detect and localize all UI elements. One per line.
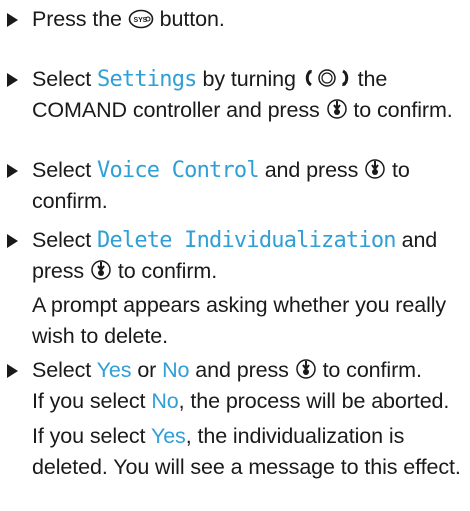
- step-note: A prompt appears asking whether you real…: [32, 293, 447, 348]
- option-yes: Yes: [96, 358, 132, 382]
- bullet-arrow-icon: [7, 234, 18, 248]
- step-text: Select Voice Control and press to confir…: [32, 158, 410, 213]
- menu-voice-control: Voice Control: [97, 158, 260, 183]
- step-text: Select Delete Individualization and pres…: [32, 228, 438, 283]
- step-select-voice-control: Select Voice Control and press to confir…: [0, 155, 462, 217]
- press-controller-icon: [295, 359, 316, 379]
- step-text: Press the SYS button.: [32, 7, 225, 31]
- bullet-arrow-icon: [7, 13, 18, 27]
- bullet-arrow-icon: [7, 73, 18, 87]
- press-controller-icon: [365, 159, 385, 179]
- option-no: No: [162, 358, 190, 382]
- bullet-arrow-icon: [7, 364, 18, 378]
- menu-settings: Settings: [97, 67, 197, 92]
- step-text: Select Settings by turning the COMAND co…: [32, 67, 453, 122]
- step-text: Select Yes or No and press to confirm.: [32, 358, 422, 382]
- instruction-page: Press the SYS button. Select Settings by…: [0, 0, 470, 511]
- step-press-sys: Press the SYS button.: [0, 4, 462, 35]
- press-controller-icon: [326, 99, 347, 119]
- bullet-arrow-icon: [7, 164, 18, 178]
- svg-text:SYS: SYS: [133, 17, 147, 24]
- sys-button-icon: SYS: [128, 9, 154, 29]
- step-note-yes: If you select Yes, the individualization…: [32, 424, 461, 479]
- step-note-no: If you select No, the process will be ab…: [32, 389, 450, 413]
- press-controller-icon: [91, 260, 111, 280]
- step-delete-individualization: Select Delete Individualization and pres…: [0, 225, 462, 352]
- rotate-controller-icon: [305, 69, 349, 87]
- step-select-settings: Select Settings by turning the COMAND co…: [0, 64, 462, 126]
- menu-delete-individualization: Delete Individualization: [97, 228, 396, 253]
- step-confirm-yes-no: Select Yes or No and press to confirm. I…: [0, 355, 462, 483]
